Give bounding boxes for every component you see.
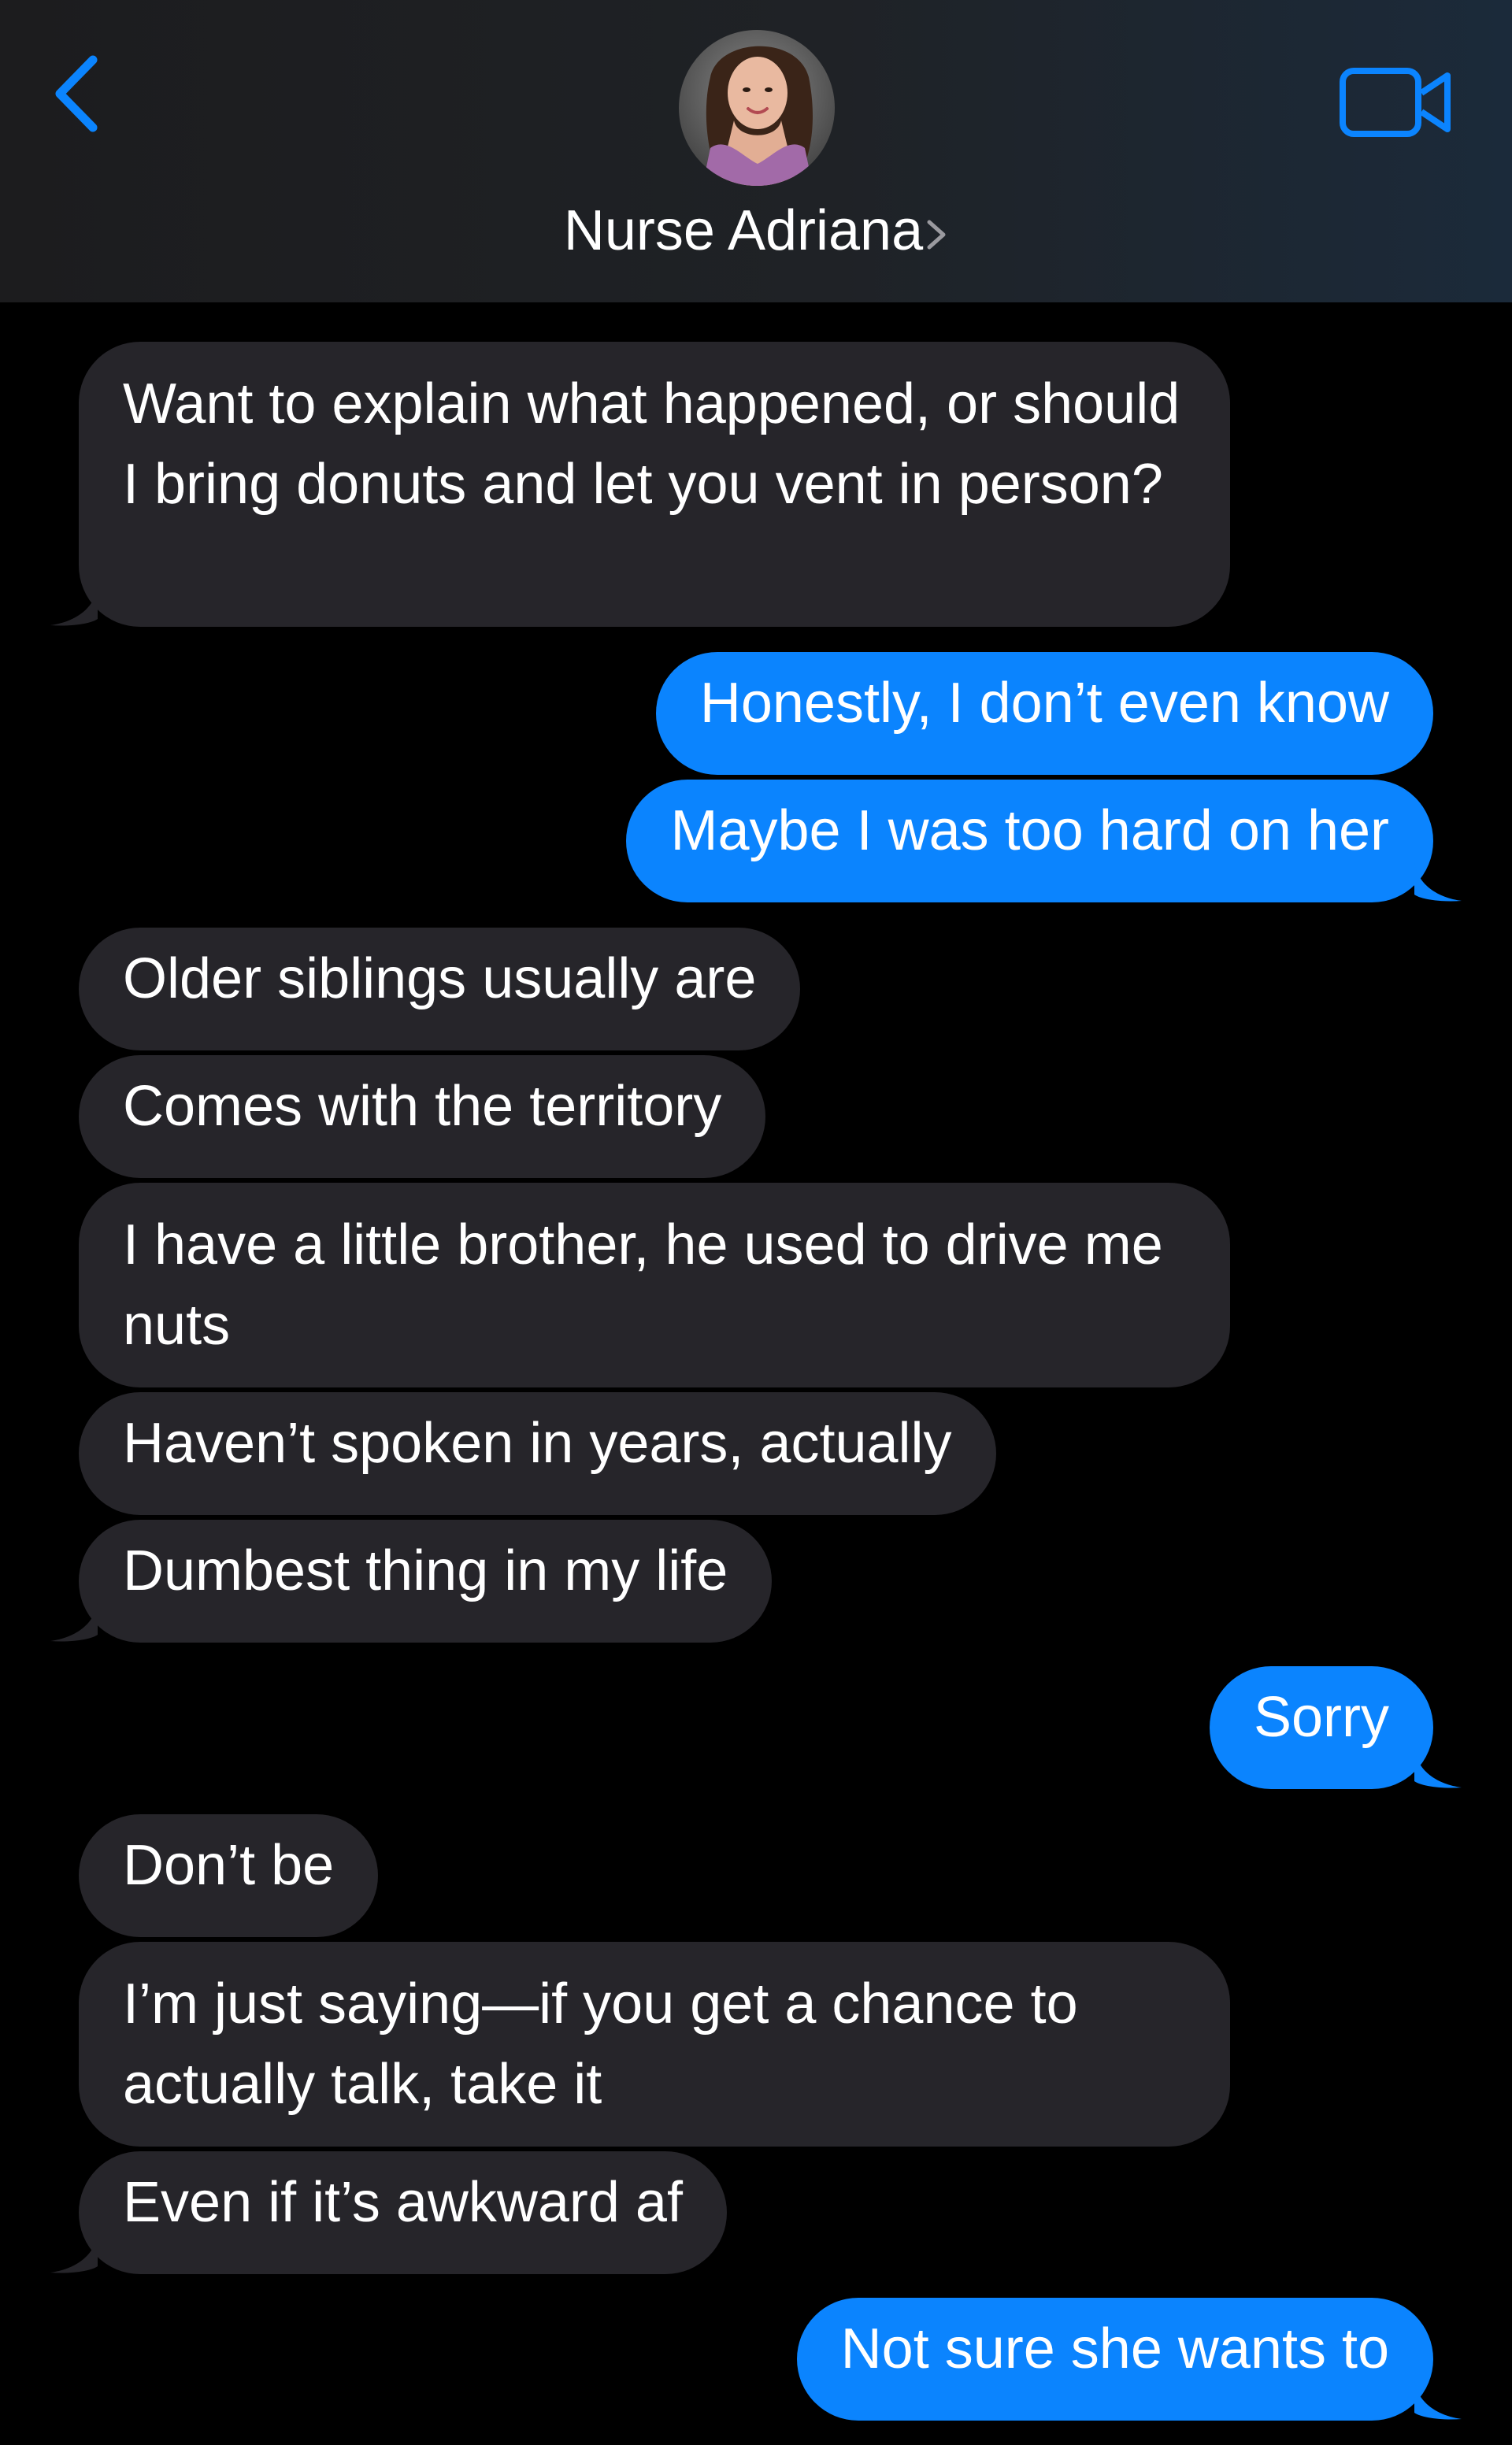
incoming-message[interactable]: Don’t be [79, 1814, 379, 1937]
message-text: Honestly, I don’t even know [699, 672, 1389, 735]
outgoing-message[interactable]: Maybe I was too hard on her [626, 780, 1462, 902]
contact-avatar[interactable] [679, 30, 835, 186]
bubble-tail [50, 1603, 98, 1642]
video-camera-icon [1340, 68, 1451, 137]
bubble-tail [1414, 863, 1462, 902]
chevron-right-icon [927, 220, 946, 250]
incoming-message[interactable]: Comes with the territory [79, 1055, 766, 1178]
facetime-video-button[interactable] [1339, 65, 1454, 140]
incoming-message[interactable]: Want to explain what happened, or should… [50, 342, 1230, 627]
bubble-tail [1414, 1750, 1462, 1788]
conversation-header: Nurse Adriana [0, 0, 1512, 302]
message-text: I’m just saying—if you get a chance to a… [123, 1973, 1078, 2116]
incoming-message[interactable]: Dumbest thing in my life [50, 1520, 773, 1643]
bubble-tail [50, 2235, 98, 2273]
message-text: Haven’t spoken in years, actually [123, 1412, 952, 1475]
message-text: Dumbest thing in my life [123, 1539, 728, 1602]
incoming-message[interactable]: I’m just saying—if you get a chance to a… [79, 1942, 1230, 2147]
bubble-tail [50, 587, 98, 626]
bubble-tail [1414, 2381, 1462, 2420]
message-text: Older siblings usually are [123, 947, 757, 1010]
chevron-left-icon [55, 55, 98, 132]
contact-photo [679, 30, 835, 186]
contact-name-button[interactable]: Nurse Adriana [0, 195, 1512, 266]
message-text: Want to explain what happened, or should… [123, 372, 1180, 516]
message-text: Don’t be [123, 1834, 335, 1897]
message-text: Maybe I was too hard on her [670, 799, 1389, 862]
contact-name: Nurse Adriana [563, 199, 924, 262]
outgoing-message[interactable]: Sorry [1209, 1666, 1462, 1789]
message-text: Sorry [1253, 1686, 1389, 1749]
outgoing-message[interactable]: Not sure she wants to [796, 2298, 1462, 2421]
message-text: Even if it’s awkward af [123, 2171, 683, 2234]
incoming-message[interactable]: Haven’t spoken in years, actually [79, 1392, 996, 1515]
message-text: Comes with the territory [123, 1075, 722, 1138]
back-button[interactable] [49, 50, 112, 137]
message-text: Not sure she wants to [840, 2317, 1389, 2380]
message-text: I have a little brother, he used to driv… [123, 1213, 1163, 1357]
incoming-message[interactable]: Older siblings usually are [79, 928, 801, 1050]
incoming-message[interactable]: I have a little brother, he used to driv… [79, 1183, 1230, 1387]
incoming-message[interactable]: Even if it’s awkward af [50, 2151, 727, 2274]
outgoing-message[interactable]: Honestly, I don’t even know [655, 652, 1433, 775]
